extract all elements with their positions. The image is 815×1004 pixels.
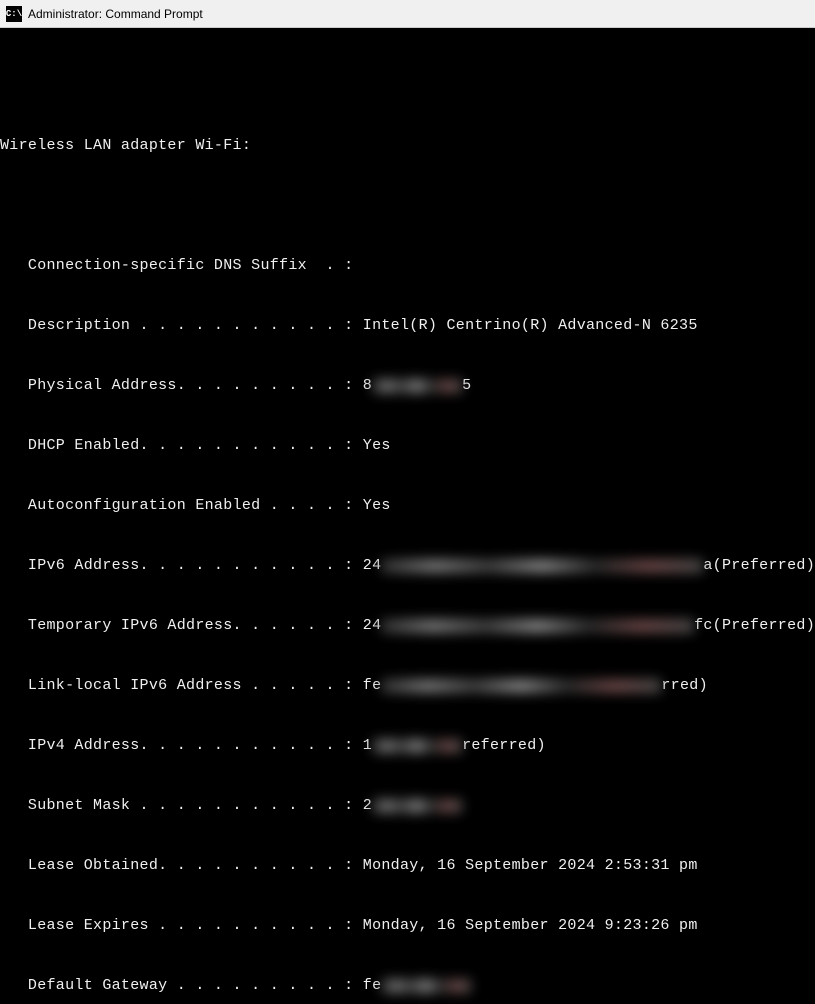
physical-address-suffix: 5 (462, 376, 471, 396)
autoconfig-label: Autoconfiguration Enabled . . . . : (0, 496, 353, 516)
redacted-region (381, 679, 661, 693)
link-local-suffix: rred) (661, 676, 708, 696)
ipv4-prefix: 1 (353, 736, 372, 756)
link-local-prefix: fe (353, 676, 381, 696)
dhcp-enabled-label: DHCP Enabled. . . . . . . . . . . : (0, 436, 353, 456)
description-value: Intel(R) Centrino(R) Advanced-N 6235 (353, 316, 697, 336)
redacted-region (372, 379, 462, 393)
lease-expires-label: Lease Expires . . . . . . . . . . : (0, 916, 353, 936)
redacted-region (372, 739, 462, 753)
window-title: Administrator: Command Prompt (28, 7, 203, 21)
lease-obtained-label: Lease Obtained. . . . . . . . . . : (0, 856, 353, 876)
terminal-output[interactable]: Wireless LAN adapter Wi-Fi: Connection-s… (0, 28, 815, 1004)
redacted-region (381, 559, 703, 573)
cmd-icon: C:\ (6, 6, 22, 22)
physical-address-label: Physical Address. . . . . . . . . : (0, 376, 353, 396)
temp-ipv6-prefix: 24 (353, 616, 381, 636)
physical-address-prefix: 8 (353, 376, 372, 396)
redacted-region (372, 799, 462, 813)
subnet-label: Subnet Mask . . . . . . . . . . . : (0, 796, 353, 816)
title-bar[interactable]: C:\ Administrator: Command Prompt (0, 0, 815, 28)
redacted-region (381, 979, 471, 993)
ipv6-prefix: 24 (353, 556, 381, 576)
description-label: Description . . . . . . . . . . . : (0, 316, 353, 336)
temp-ipv6-suffix: fc(Preferred) (694, 616, 815, 636)
adapter-header: Wireless LAN adapter Wi-Fi: (0, 136, 251, 156)
ipv4-suffix: referred) (462, 736, 546, 756)
link-local-label: Link-local IPv6 Address . . . . . : (0, 676, 353, 696)
ipv6-label: IPv6 Address. . . . . . . . . . . : (0, 556, 353, 576)
ipv6-suffix: a(Preferred) (703, 556, 815, 576)
gateway-label: Default Gateway . . . . . . . . . : (0, 976, 353, 996)
gateway-prefix: fe (353, 976, 381, 996)
lease-obtained-value: Monday, 16 September 2024 2:53:31 pm (353, 856, 697, 876)
subnet-prefix: 2 (353, 796, 372, 816)
ipv4-label: IPv4 Address. . . . . . . . . . . : (0, 736, 353, 756)
autoconfig-value: Yes (353, 496, 390, 516)
dns-suffix-label: Connection-specific DNS Suffix . : (0, 256, 353, 276)
lease-expires-value: Monday, 16 September 2024 9:23:26 pm (353, 916, 697, 936)
redacted-region (381, 619, 694, 633)
temp-ipv6-label: Temporary IPv6 Address. . . . . . : (0, 616, 353, 636)
dhcp-enabled-value: Yes (353, 436, 390, 456)
